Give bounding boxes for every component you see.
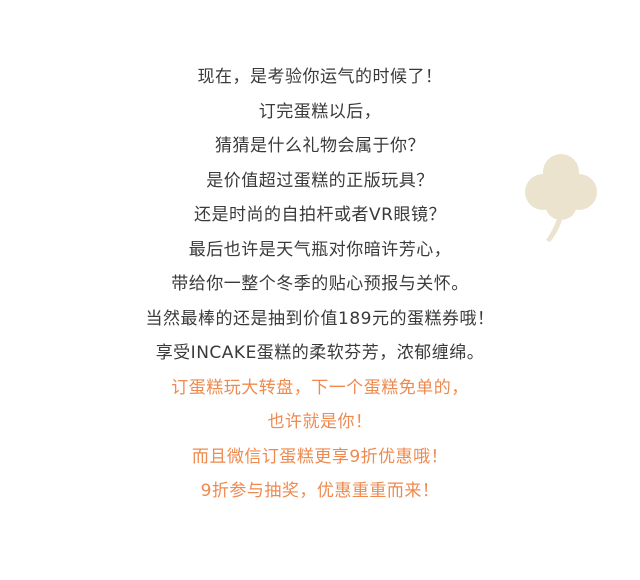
promo-page: 现在，是考验你运气的时候了！ 订完蛋糕以后， 猜猜是什么礼物会属于你？ 是价值超… [0, 0, 640, 580]
highlight-line-2: 也许就是你！ [267, 412, 373, 432]
clover-icon [525, 154, 597, 242]
text-line-2: 订完蛋糕以后， [258, 101, 382, 122]
promo-text-block: 现在，是考验你运气的时候了！ 订完蛋糕以后， 猜猜是什么礼物会属于你？ 是价值超… [0, 60, 640, 509]
text-line-9: 享受INCAKE蛋糕的柔软芬芳，浓郁缠绵。 [155, 343, 485, 363]
highlight-line-3: 而且微信订蛋糕更享9折优惠哦！ [191, 446, 449, 467]
text-line-1: 现在，是考验你运气的时候了！ [197, 67, 443, 87]
text-line-7: 带给你一整个冬季的贴心预报与关怀。 [171, 274, 469, 294]
highlight-line-1: 订蛋糕玩大转盘，下一个蛋糕免单的， [171, 377, 469, 398]
highlight-line-4: 9折参与抽奖，优惠重重而来！ [200, 481, 440, 501]
text-line-8: 当然最棒的还是抽到价值189元的蛋糕券哦！ [145, 308, 495, 329]
